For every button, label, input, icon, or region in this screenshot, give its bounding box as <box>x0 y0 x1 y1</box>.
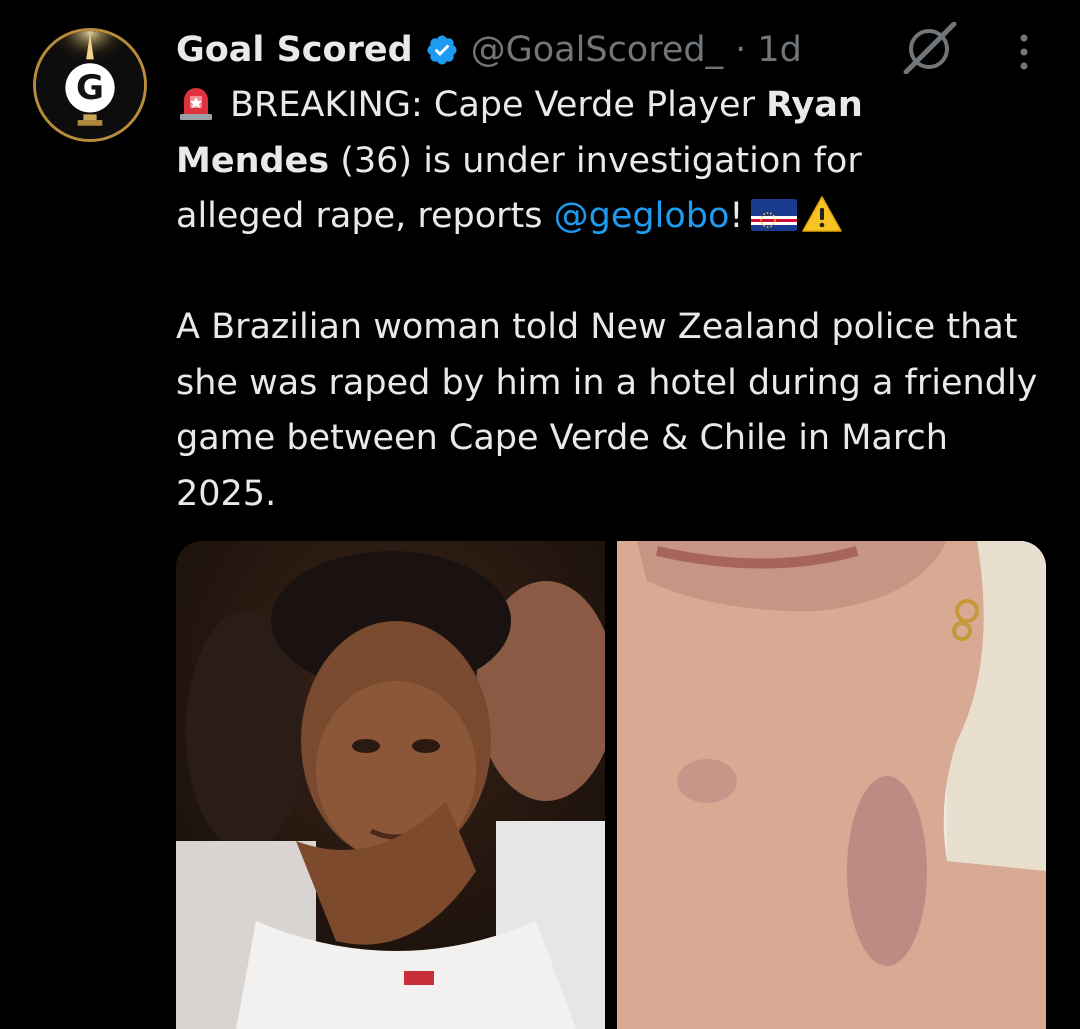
tweet-line-3-text: alleged rape, reports <box>176 196 554 236</box>
tweet-header: Goal Scored @GoalScored_ · 1d <box>176 22 802 78</box>
siren-emoji-icon <box>176 82 216 122</box>
tweet-line-1-text: BREAKING: Cape Verde Player <box>230 85 767 125</box>
player-name-first: Ryan <box>766 85 863 125</box>
media-image-neck[interactable] <box>617 541 1046 1029</box>
tweet-line-2-text: (36) is under investigation for <box>329 140 862 181</box>
media-image-player[interactable] <box>176 541 605 1029</box>
tweet-line-3: alleged rape, reports @geglobo! <box>176 189 1056 245</box>
author-name[interactable]: Goal Scored <box>176 30 413 70</box>
tweet-paragraph-2: A Brazilian woman told New Zealand polic… <box>176 307 1038 514</box>
author-handle[interactable]: @GoalScored_ <box>471 30 723 70</box>
grok-icon[interactable] <box>900 21 958 75</box>
mention-link[interactable]: @geglobo <box>554 196 730 236</box>
tweet-line-3-suffix: ! <box>729 196 744 236</box>
verified-badge-icon <box>425 33 459 67</box>
more-options-icon[interactable] <box>1012 32 1036 72</box>
media-grid <box>176 541 1046 1029</box>
cape-verde-flag-icon <box>751 193 798 231</box>
avatar[interactable]: G <box>33 28 147 142</box>
tweet[interactable]: G Goal Scored @GoalScored_ · 1d BREAKING <box>0 0 1080 1029</box>
tweet-text: BREAKING: Cape Verde Player Ryan Mendes … <box>176 78 1056 522</box>
tweet-line-2: Mendes (36) is under investigation for <box>176 134 1056 190</box>
tweet-timestamp[interactable]: · 1d <box>735 30 802 70</box>
warning-emoji-icon <box>801 195 843 233</box>
tweet-line-1: BREAKING: Cape Verde Player Ryan <box>176 78 1056 134</box>
player-name-last: Mendes <box>176 140 330 181</box>
svg-text:G: G <box>76 68 104 108</box>
goal-scored-logo-icon: G <box>36 31 144 139</box>
